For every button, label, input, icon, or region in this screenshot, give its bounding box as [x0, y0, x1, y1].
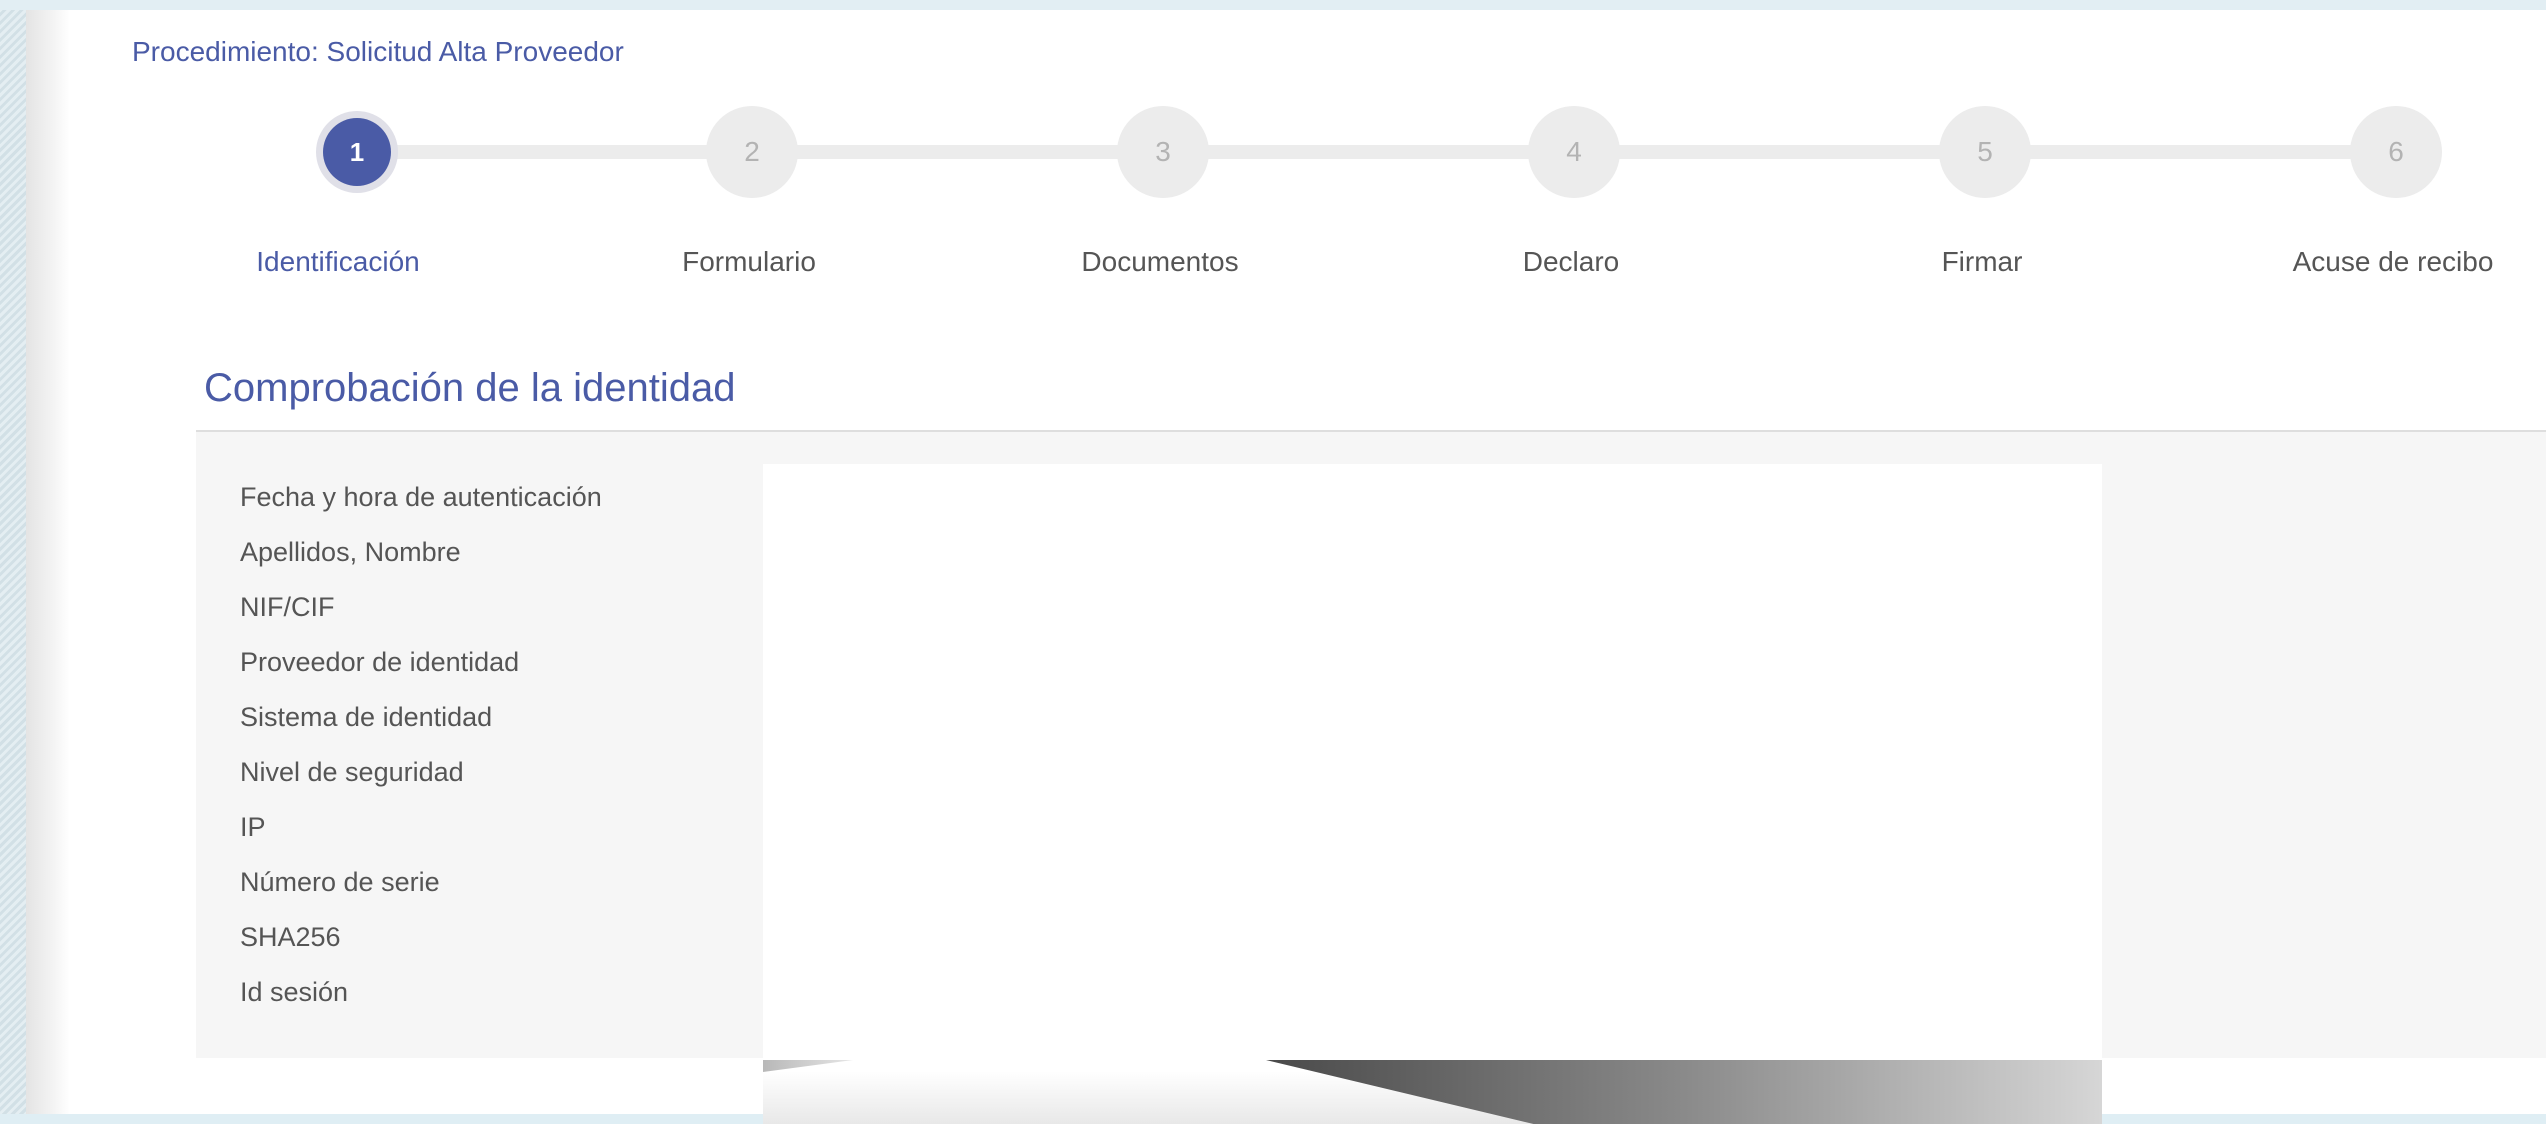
field-label-identity-system: Sistema de identidad: [240, 702, 493, 732]
step-1-circle[interactable]: 1: [323, 118, 391, 186]
field-label-auth-datetime: Fecha y hora de autenticación: [240, 482, 602, 512]
field-label-session-id: Id sesión: [240, 977, 349, 1007]
step-progress: 1 2 3 4 5 6 Identificación Formulario Do…: [26, 10, 2546, 310]
identity-field-list: Fecha y hora de autenticación Apellidos,…: [240, 480, 602, 1030]
step-2-label: Formulario: [682, 246, 816, 277]
step-3-label: Documentos: [1081, 246, 1239, 277]
field-label-nif-cif: NIF/CIF: [240, 592, 335, 622]
step-2-circle: 2: [706, 106, 798, 198]
step-1-label[interactable]: Identificación: [256, 246, 419, 278]
field-label-serial-number: Número de serie: [240, 867, 440, 897]
identity-section-title: Comprobación de la identidad: [204, 366, 736, 410]
step-5-circle: 5: [1939, 106, 2031, 198]
field-label-full-name: Apellidos, Nombre: [240, 537, 461, 567]
field-label-sha256: SHA256: [240, 922, 341, 952]
main-panel: Procedimiento: Solicitud Alta Proveedor …: [26, 10, 2546, 1124]
step-6-circle: 6: [2350, 106, 2442, 198]
step-6-label: Acuse de recibo: [2292, 246, 2494, 277]
redacted-values-area: [763, 464, 2102, 1060]
field-label-identity-provider: Proveedor de identidad: [240, 647, 520, 677]
field-label-ip: IP: [240, 812, 266, 842]
step-5-label: Firmar: [1941, 246, 2023, 277]
field-label-security-level: Nivel de seguridad: [240, 757, 464, 787]
background-top-band: [0, 0, 2546, 10]
step-4-label: Declaro: [1522, 246, 1620, 277]
step-3-circle: 3: [1117, 106, 1209, 198]
background-pattern-left: [0, 0, 26, 1114]
step-4-circle: 4: [1528, 106, 1620, 198]
step-progress-track: [339, 145, 2420, 159]
